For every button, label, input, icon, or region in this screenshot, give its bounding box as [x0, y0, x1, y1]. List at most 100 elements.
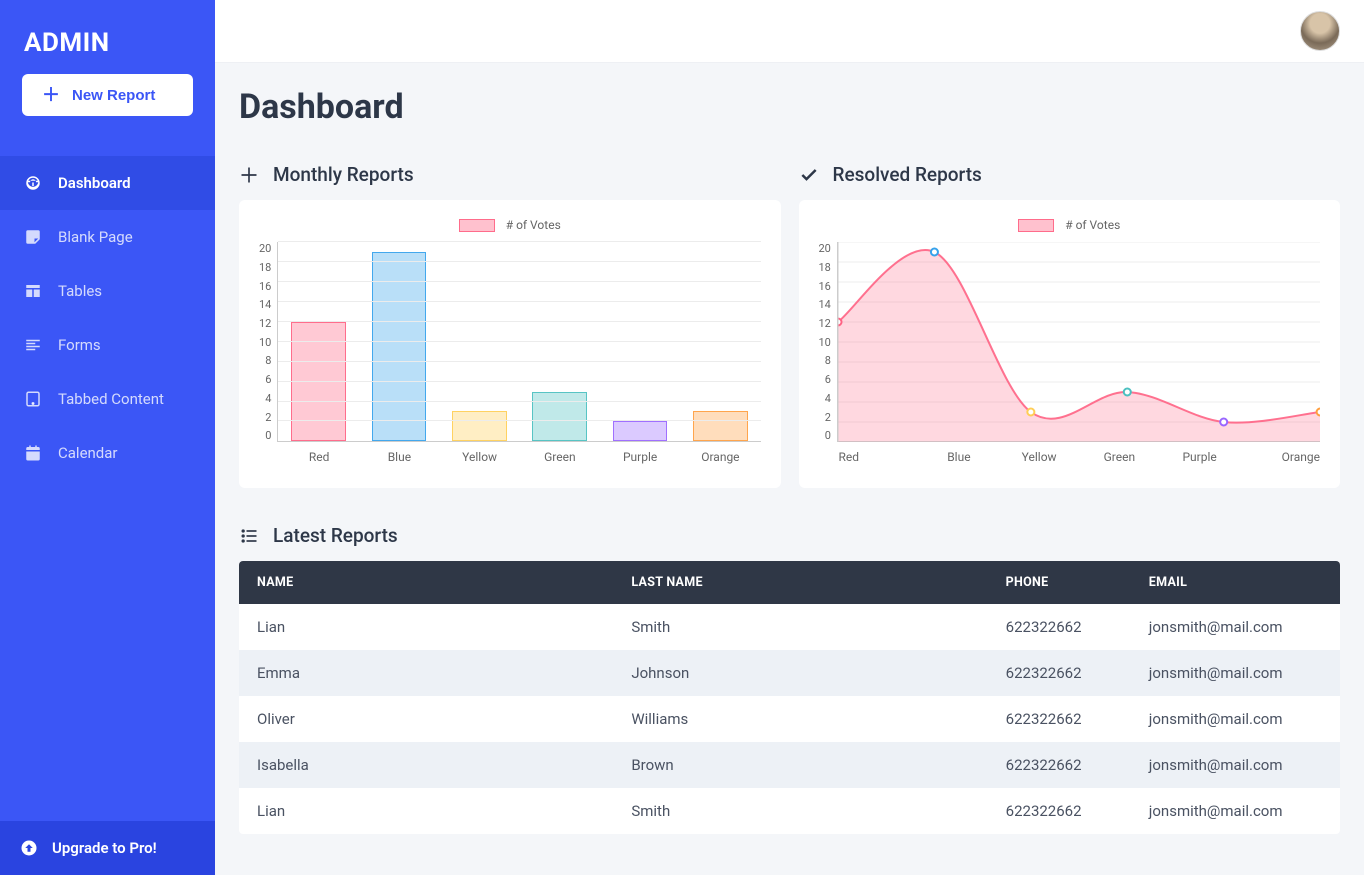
table-cell: 622322662 [988, 650, 1131, 696]
dashboard-icon [24, 174, 42, 192]
table-cell: jonsmith@mail.com [1131, 604, 1340, 650]
bar-chart [277, 242, 760, 442]
x-tick: Purple [1160, 450, 1240, 464]
y-tick: 0 [259, 429, 271, 442]
x-tick: Orange [680, 450, 760, 464]
x-tick: Purple [600, 450, 680, 464]
legend-label: # of Votes [1065, 218, 1120, 232]
y-tick: 8 [819, 354, 831, 367]
table-row: EmmaJohnson622322662jonsmith@mail.com [239, 650, 1340, 696]
chart-legend: # of Votes [259, 218, 761, 232]
y-tick: 20 [819, 242, 831, 255]
line-chart [837, 242, 1320, 442]
y-tick: 10 [259, 336, 271, 349]
topbar [215, 0, 1364, 63]
table-icon [24, 282, 42, 300]
table-cell: Emma [239, 650, 613, 696]
list-icon [239, 526, 259, 546]
table-cell: Oliver [239, 696, 613, 742]
brand-title: ADMIN [0, 0, 215, 74]
y-tick: 18 [259, 261, 271, 274]
sidebar-item-label: Forms [58, 336, 101, 354]
avatar[interactable] [1300, 11, 1340, 51]
table-cell: jonsmith@mail.com [1131, 742, 1340, 788]
area-fill [838, 250, 1320, 442]
bar [693, 411, 748, 441]
y-tick: 10 [819, 336, 831, 349]
y-tick: 16 [259, 280, 271, 293]
table-cell: Lian [239, 788, 613, 834]
tablet-icon [24, 390, 42, 408]
table-header: EMAIL [1131, 561, 1340, 604]
y-tick: 14 [259, 298, 271, 311]
x-axis: RedBlueYellowGreenPurpleOrange [839, 450, 1321, 464]
table-cell: 622322662 [988, 604, 1131, 650]
upgrade-button[interactable]: Upgrade to Pro! [0, 821, 215, 875]
arrow-circle-up-icon [20, 839, 38, 857]
table-cell: Lian [239, 604, 613, 650]
sidebar-item-dashboard[interactable]: Dashboard [0, 156, 215, 210]
y-tick: 2 [259, 411, 271, 424]
chart-legend: # of Votes [819, 218, 1321, 232]
latest-reports-table: NAME LAST NAME PHONE EMAIL LianSmith6223… [239, 561, 1340, 834]
x-axis: RedBlueYellowGreenPurpleOrange [279, 450, 761, 464]
y-tick: 12 [259, 317, 271, 330]
plus-icon [239, 165, 259, 185]
bar [613, 421, 668, 441]
y-tick: 4 [819, 392, 831, 405]
table-cell: Johnson [613, 650, 987, 696]
monthly-reports-section: Monthly Reports # of Votes 2018161412108… [239, 163, 781, 488]
y-axis: 20181614121086420 [819, 242, 837, 442]
legend-label: # of Votes [506, 218, 561, 232]
sidebar-item-blank-page[interactable]: Blank Page [0, 210, 215, 264]
x-tick: Orange [1240, 450, 1320, 464]
y-tick: 0 [819, 429, 831, 442]
sidebar-item-forms[interactable]: Forms [0, 318, 215, 372]
sidebar: ADMIN ＋ New Report Dashboard Blank Page … [0, 0, 215, 875]
sidebar-item-label: Tabbed Content [58, 390, 164, 408]
sidebar-item-calendar[interactable]: Calendar [0, 426, 215, 480]
x-tick: Blue [359, 450, 439, 464]
sidebar-item-label: Tables [58, 282, 102, 300]
y-tick: 16 [819, 280, 831, 293]
table-cell: jonsmith@mail.com [1131, 696, 1340, 742]
plus-icon: ＋ [42, 86, 60, 104]
main-area: Dashboard Monthly Reports # of Votes 2 [215, 0, 1364, 875]
data-point [1027, 409, 1034, 416]
table-cell: 622322662 [988, 696, 1131, 742]
data-point [931, 249, 938, 256]
resolved-reports-section: Resolved Reports # of Votes 20 18 16 14 12 10… [799, 163, 1341, 488]
legend-swatch [459, 219, 495, 232]
y-tick: 18 [819, 261, 831, 274]
y-tick: 12 [819, 317, 831, 330]
y-tick: 8 [259, 354, 271, 367]
sidebar-item-label: Dashboard [58, 174, 131, 192]
y-tick: 14 [819, 298, 831, 311]
monthly-reports-title: Monthly Reports [273, 163, 414, 186]
x-tick: Red [279, 450, 359, 464]
content: Dashboard Monthly Reports # of Votes 2 [215, 63, 1364, 875]
calendar-icon [24, 444, 42, 462]
x-tick: Yellow [440, 450, 520, 464]
x-tick: Blue [919, 450, 999, 464]
monthly-chart-card: # of Votes 20181614121086420 RedBlueYell… [239, 200, 781, 488]
table-header: LAST NAME [613, 561, 987, 604]
table-header: PHONE [988, 561, 1131, 604]
sidebar-item-tables[interactable]: Tables [0, 264, 215, 318]
sidebar-item-tabbed-content[interactable]: Tabbed Content [0, 372, 215, 426]
sidebar-item-label: Blank Page [58, 228, 133, 246]
sidebar-item-label: Calendar [58, 444, 118, 462]
table-cell: Smith [613, 604, 987, 650]
new-report-button[interactable]: ＋ New Report [22, 74, 193, 116]
resolved-reports-title: Resolved Reports [833, 163, 982, 186]
latest-reports-section: Latest Reports NAME LAST NAME PHONE EMAI… [239, 524, 1340, 834]
table-header: NAME [239, 561, 613, 604]
y-tick: 20 [259, 242, 271, 255]
table-cell: Isabella [239, 742, 613, 788]
page-title: Dashboard [239, 87, 1340, 127]
table-row: LianSmith622322662jonsmith@mail.com [239, 788, 1340, 834]
table-cell: Williams [613, 696, 987, 742]
table-cell: jonsmith@mail.com [1131, 650, 1340, 696]
align-left-icon [24, 336, 42, 354]
latest-reports-title: Latest Reports [273, 524, 398, 547]
